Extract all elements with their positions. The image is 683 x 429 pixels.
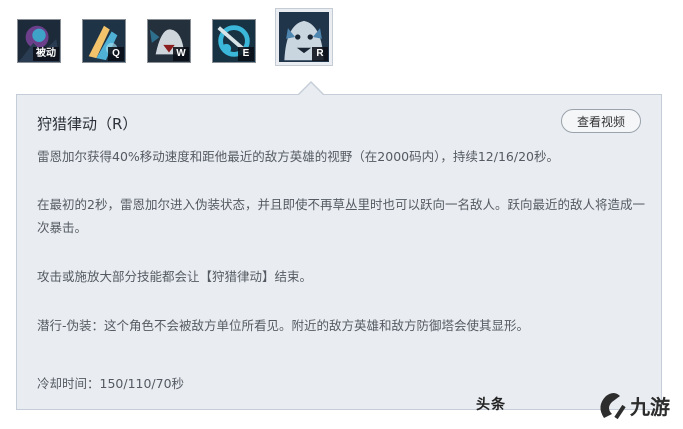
jiuyou-logo-icon: 九游 <box>600 393 670 420</box>
skill-title: 狩猎律动（R） <box>37 115 138 133</box>
skill-detail-panel: 狩猎律动（R） 查看视频 雷恩加尔获得40%移动速度和距他最近的敌方英雄的视野（… <box>16 94 662 410</box>
skill-r[interactable]: R <box>275 8 333 66</box>
skill-key-label: R <box>312 47 328 61</box>
skill-q[interactable]: Q <box>82 19 126 63</box>
skill-key-label: 被动 <box>33 47 59 61</box>
watermark-logo-text: 九游 <box>629 395 670 419</box>
cooldown-text: 冷却时间：150/110/70秒 <box>37 376 185 391</box>
watermark-text: 头条 <box>476 397 506 413</box>
tooltip-pointer-fill <box>299 83 323 95</box>
skill-w[interactable]: W <box>147 19 191 63</box>
skill-description-2: 在最初的2秒，雷恩加尔进入伪装状态，并且即使不再草丛里时也可以跃向一名敌人。跃向… <box>37 197 645 235</box>
skill-key-label: E <box>238 47 254 61</box>
view-video-button[interactable]: 查看视频 <box>561 109 641 133</box>
skill-key-label: Q <box>108 47 124 61</box>
skill-bar: 被动 Q W E R <box>0 0 683 96</box>
watermark-logo: 九游 <box>594 388 682 424</box>
skill-key-label: W <box>173 47 189 61</box>
skill-description-1: 雷恩加尔获得40%移动速度和距他最近的敌方英雄的视野（在2000码内），持续12… <box>37 149 559 164</box>
skill-e[interactable]: E <box>212 19 256 63</box>
stealth-description: 潜行-伪装：这个角色不会被敌方单位所看见。附近的敌方英雄和敌方防御塔会使其显形。 <box>37 318 530 333</box>
skill-passive[interactable]: 被动 <box>17 19 61 63</box>
skill-description-3: 攻击或施放大部分技能都会让【狩猎律动】结束。 <box>37 269 313 284</box>
